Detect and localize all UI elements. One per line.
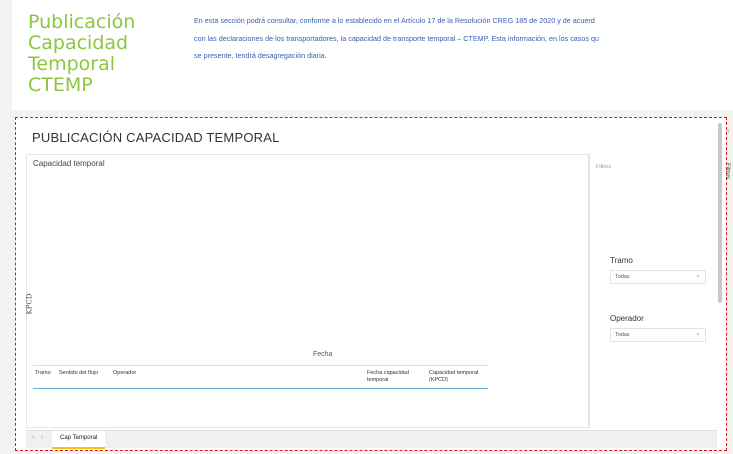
tab-cap-temporal[interactable]: Cap Temporal (52, 431, 106, 449)
chevron-down-icon: ⌄ (695, 330, 701, 337)
intro-line: En esta sección podrá consultar, conform… (194, 16, 595, 25)
filters-heading: Filtros (596, 164, 611, 170)
vertical-scrollbar[interactable] (718, 123, 722, 303)
chevron-left-icon[interactable]: ‹ (32, 434, 34, 441)
table-header: Tramo Sentido del flujo Operador Fecha c… (33, 365, 488, 389)
filters-side-label: Filtros (724, 162, 731, 180)
column-header-tramo[interactable]: Tramo (35, 370, 51, 377)
filters-pane: Filtros Tramo Todas ⌄ Operador Todas ⌄ (589, 154, 717, 428)
tramo-slicer-title: Tramo (610, 256, 633, 265)
y-axis-label: KPCD (25, 293, 34, 315)
chevron-right-icon[interactable]: › (41, 434, 43, 441)
column-header-capacidad[interactable]: Capacidad temporal (KPCD) (429, 370, 489, 384)
page: Publicación Capacidad Temporal CTEMP En … (0, 0, 733, 454)
chevron-left-icon[interactable]: ‹ (727, 128, 729, 135)
operador-selected-value: Todas (615, 332, 630, 338)
operador-slicer-title: Operador (610, 314, 644, 323)
page-title: Publicación Capacidad Temporal CTEMP (28, 11, 136, 96)
tramo-selected-value: Todas (615, 274, 630, 280)
intro-line: con las declaraciones de los transportad… (194, 33, 599, 43)
operador-dropdown[interactable]: Todas ⌄ (610, 328, 706, 342)
page-tab-bar: ‹ › Cap Temporal (26, 430, 717, 449)
column-header-operador[interactable]: Operador (113, 370, 136, 377)
column-header-sentido[interactable]: Sentido del flujo (59, 370, 98, 377)
report-title: PUBLICACIÓN CAPACIDAD TEMPORAL (32, 130, 280, 145)
page-header: Publicación Capacidad Temporal CTEMP En … (12, 0, 733, 110)
intro-line: se presente, tendrá desagregación diaria… (194, 51, 327, 60)
chevron-down-icon: ⌄ (695, 272, 701, 279)
report-frame: PUBLICACIÓN CAPACIDAD TEMPORAL Capacidad… (15, 117, 730, 451)
tramo-dropdown[interactable]: Todas ⌄ (610, 270, 706, 284)
chart-visual[interactable]: Capacidad temporal KPCD Fecha Tramo Sent… (25, 154, 589, 428)
filters-side-panel-toggle[interactable]: ‹ Filtros (724, 128, 733, 208)
chart-title: Capacidad temporal (33, 159, 105, 168)
intro-text: En esta sección podrá consultar, conform… (194, 12, 733, 65)
column-header-fecha[interactable]: Fecha capacidad temporal (367, 370, 423, 384)
x-axis-label: Fecha (313, 351, 333, 358)
